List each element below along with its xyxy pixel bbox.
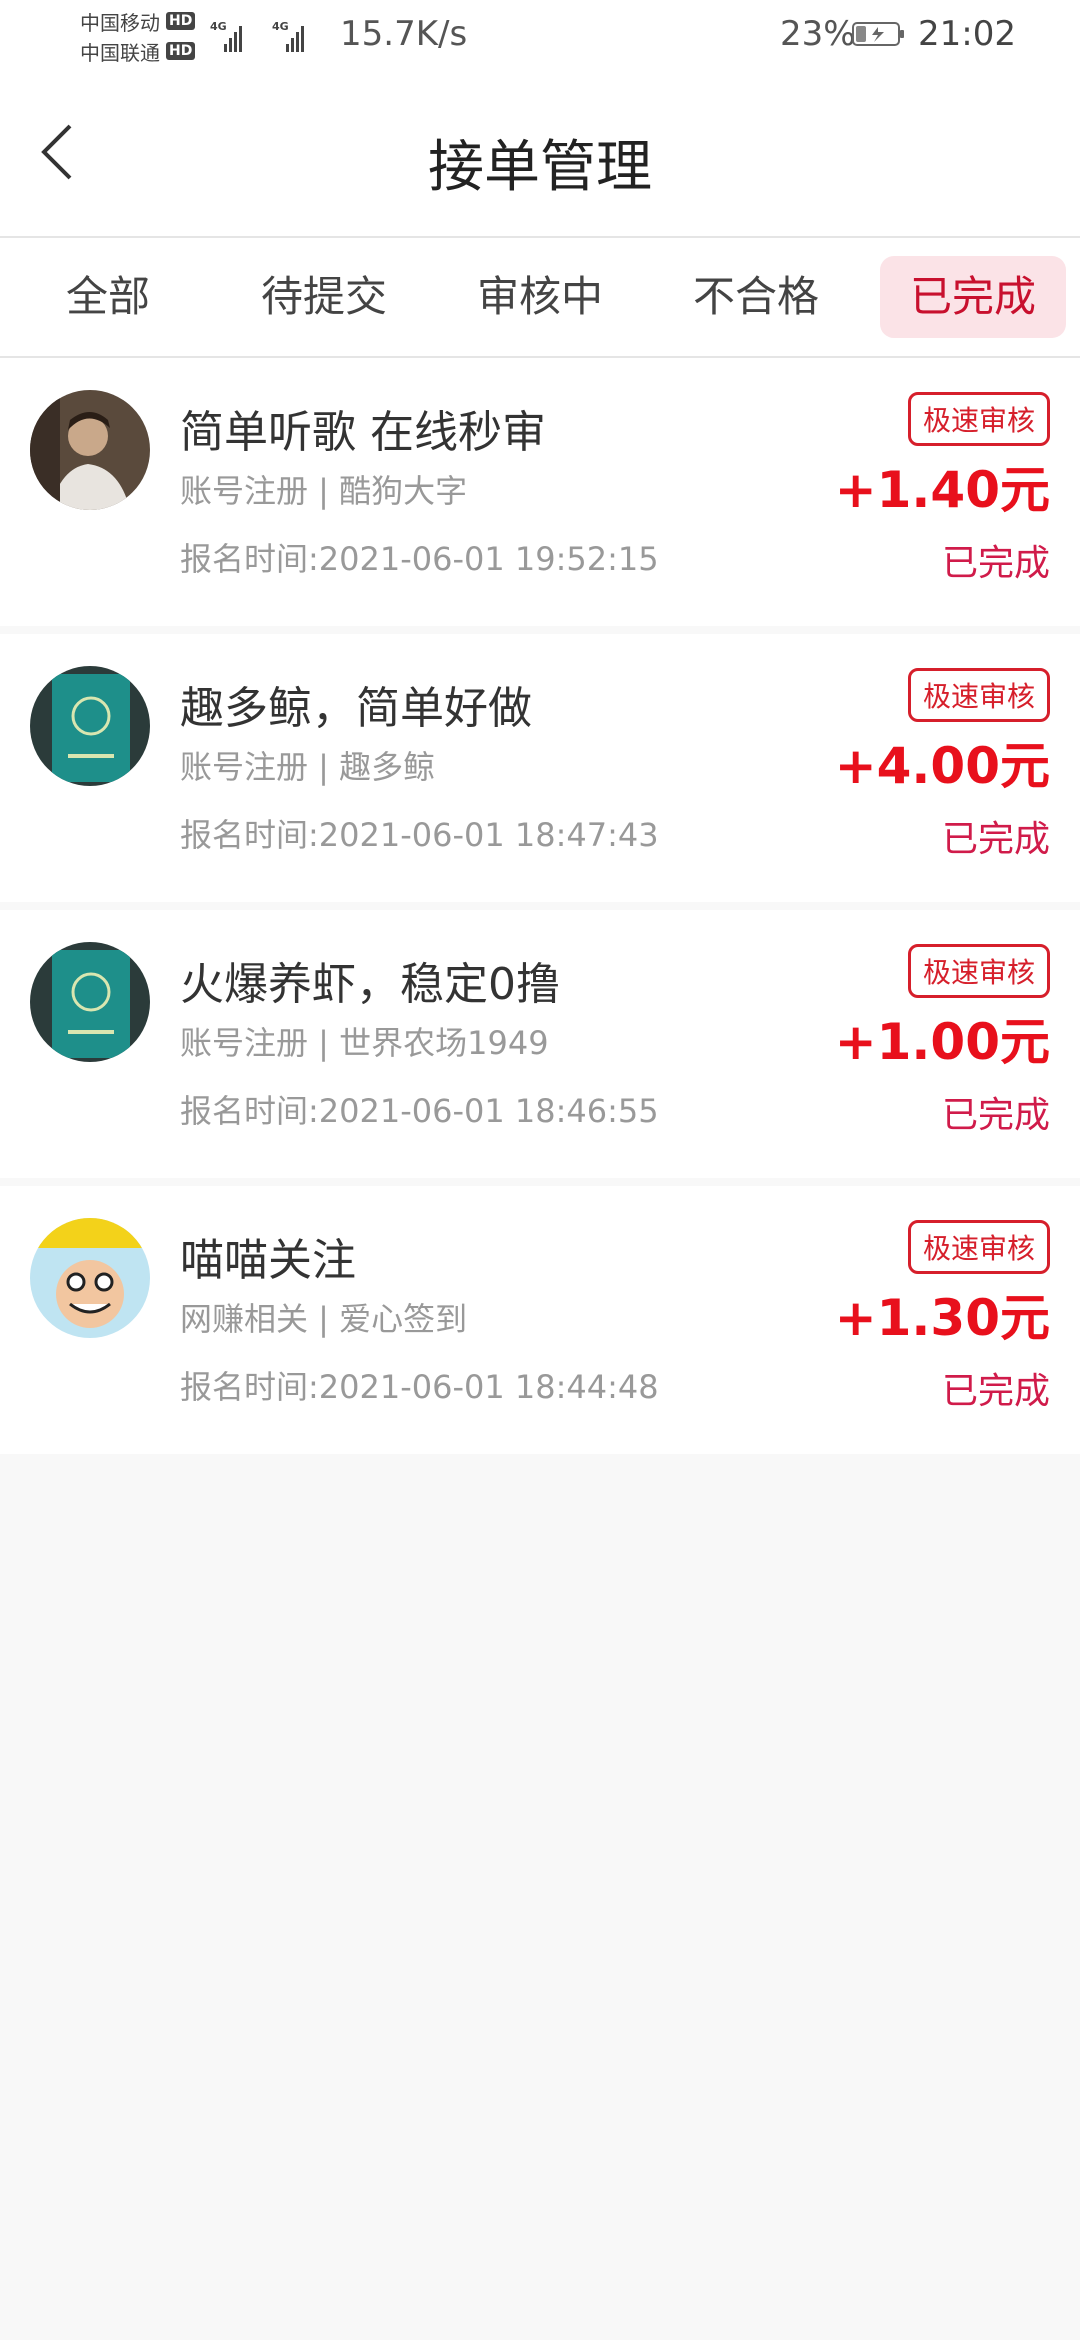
order-list: 简单听歌 在线秒审 账号注册 | 酷狗大字 报名时间:2021-06-01 19… [0,358,1080,1462]
fast-review-badge: 极速审核 [907,944,1050,998]
order-status: 已完成 [941,543,1050,584]
order-signup-time: 报名时间:2021-06-01 18:44:48 [180,1368,659,1406]
order-status: 已完成 [941,819,1050,860]
order-title: 趣多鲸，简单好做 [180,683,532,734]
order-amount: +1.40元 [834,461,1050,519]
avatar [30,942,150,1062]
battery-percentage: 23% [780,14,856,54]
carrier-2-label: 中国联通 [80,40,160,65]
network-type-label: 4G [210,20,227,33]
order-status: 已完成 [941,1095,1050,1136]
network-speed: 15.7K/s [340,14,468,54]
battery-icon [852,22,904,46]
clock: 21:02 [918,14,1016,54]
order-amount: +4.00元 [834,737,1050,795]
tab-completed[interactable]: 已完成 [880,256,1066,338]
network-type-label: 4G [272,20,289,33]
avatar [30,390,150,510]
avatar [30,1218,150,1338]
order-category: 账号注册 | 世界农场1949 [180,1024,549,1062]
order-item[interactable]: 火爆养虾，稳定0撸 账号注册 | 世界农场1949 报名时间:2021-06-0… [0,910,1080,1178]
carrier-1-label: 中国移动 [80,10,160,35]
order-item[interactable]: 喵喵关注 网赚相关 | 爱心签到 报名时间:2021-06-01 18:44:4… [0,1186,1080,1454]
avatar [30,666,150,786]
hd-badge: HD [166,42,196,60]
page-title: 接单管理 [428,135,652,200]
order-title: 简单听歌 在线秒审 [180,407,546,458]
order-item[interactable]: 趣多鲸，简单好做 账号注册 | 趣多鲸 报名时间:2021-06-01 18:4… [0,634,1080,902]
fast-review-badge: 极速审核 [907,668,1050,722]
order-signup-time: 报名时间:2021-06-01 19:52:15 [180,540,659,578]
hd-badge: HD [166,12,196,30]
carrier-info: 中国移动 HD 中国联通 HD [80,6,230,66]
title-bar: 接单管理 [0,72,1080,238]
order-title: 火爆养虾，稳定0撸 [180,959,560,1010]
order-category: 账号注册 | 趣多鲸 [180,748,436,786]
status-bar: 中国移动 HD 中国联通 HD 4G 4G 15.7K/s 23% 21:02 [0,0,1080,72]
tab-rejected[interactable]: 不合格 [668,256,844,338]
tab-reviewing[interactable]: 审核中 [452,256,628,338]
order-title: 喵喵关注 [180,1235,356,1286]
order-signup-time: 报名时间:2021-06-01 18:47:43 [180,816,659,854]
order-amount: +1.00元 [834,1013,1050,1071]
fast-review-badge: 极速审核 [907,392,1050,446]
order-item[interactable]: 简单听歌 在线秒审 账号注册 | 酷狗大字 报名时间:2021-06-01 19… [0,358,1080,626]
order-amount: +1.30元 [834,1289,1050,1347]
order-category: 账号注册 | 酷狗大字 [180,472,468,510]
order-status: 已完成 [941,1371,1050,1412]
fast-review-badge: 极速审核 [907,1220,1050,1274]
filter-tabs: 全部 待提交 审核中 不合格 已完成 [0,238,1080,358]
signal-strength-icon: 4G 4G [210,20,304,52]
order-signup-time: 报名时间:2021-06-01 18:46:55 [180,1092,659,1130]
tab-all[interactable]: 全部 [20,256,196,338]
order-category: 网赚相关 | 爱心签到 [180,1300,468,1338]
tab-pending-submit[interactable]: 待提交 [236,256,412,338]
